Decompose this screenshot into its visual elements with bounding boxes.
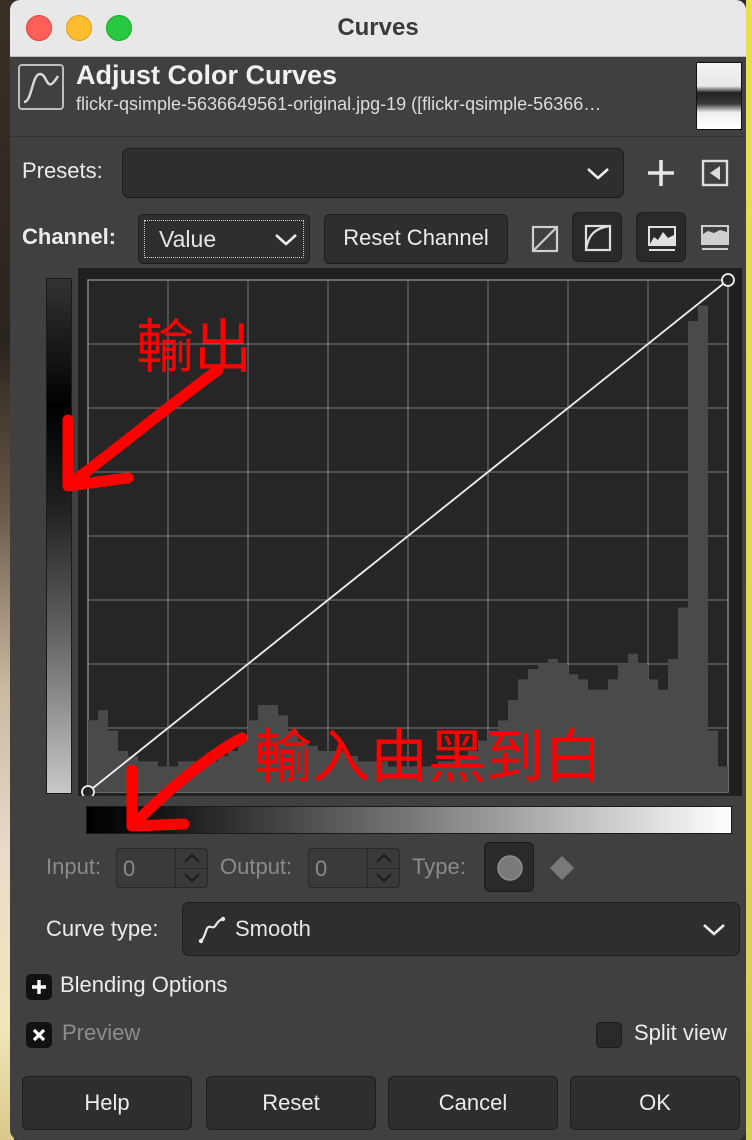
log-curve-icon — [584, 224, 612, 252]
split-view-toggle[interactable]: Split view — [596, 1020, 746, 1050]
reset-button[interactable]: Reset — [206, 1076, 376, 1130]
blending-options-label: Blending Options — [60, 972, 228, 997]
ok-button[interactable]: OK — [570, 1076, 740, 1130]
chevron-down-icon — [587, 168, 609, 180]
curves-tool-icon — [18, 64, 64, 110]
menu-triangle-icon — [701, 159, 729, 187]
curve-control-point[interactable] — [721, 273, 735, 287]
image-thumbnail — [696, 62, 742, 130]
help-button[interactable]: Help — [22, 1076, 192, 1130]
cancel-button[interactable]: Cancel — [388, 1076, 558, 1130]
input-label: Input: — [46, 854, 102, 879]
output-increment[interactable] — [367, 849, 400, 869]
preview-label: Preview — [62, 1020, 141, 1045]
background-strip-right — [746, 0, 752, 1140]
diamond-point-icon — [550, 856, 574, 880]
plus-icon — [648, 160, 674, 186]
blending-options-expander[interactable]: Blending Options — [26, 972, 326, 1002]
expand-icon — [26, 974, 52, 1000]
linear-histogram-button[interactable] — [520, 214, 570, 264]
curve-type-dropdown[interactable]: Smooth — [182, 902, 740, 956]
output-label: Output: — [220, 854, 293, 879]
image-name: flickr-qsimple-5636649561-original.jpg-1… — [76, 94, 602, 114]
logarithmic-histogram-button[interactable] — [572, 212, 622, 262]
curve-type-label: Curve type: — [46, 916, 159, 941]
output-arrow — [62, 364, 224, 492]
histogram-log-icon — [701, 225, 729, 250]
dialog-heading: Adjust Color Curves — [76, 60, 338, 90]
output-decrement[interactable] — [367, 868, 400, 887]
title-bar: Curves — [10, 0, 746, 57]
output-gradient-bar — [46, 278, 72, 794]
input-spinner[interactable]: 0 — [116, 848, 208, 888]
arrow-up-icon — [376, 853, 392, 863]
input-increment[interactable] — [175, 849, 208, 869]
arrow-down-icon — [184, 873, 200, 883]
chevron-down-icon — [703, 924, 725, 936]
histogram-log-view-button[interactable] — [690, 212, 740, 262]
curves-dialog: Curves Adjust Color Curves flickr-qsimpl… — [10, 0, 746, 1140]
corner-point-button[interactable] — [544, 848, 580, 888]
window-title: Curves — [337, 14, 419, 41]
type-label: Type: — [412, 854, 466, 879]
reset-channel-button[interactable]: Reset Channel — [324, 214, 508, 264]
presets-label: Presets: — [22, 158, 103, 183]
preview-checkbox[interactable] — [26, 1022, 52, 1048]
smooth-point-button[interactable] — [484, 842, 534, 892]
arrow-up-icon — [184, 853, 200, 863]
arrow-down-icon — [376, 873, 392, 883]
circle-point-icon — [497, 855, 523, 881]
output-spinner[interactable]: 0 — [308, 848, 400, 888]
preview-toggle[interactable]: Preview — [26, 1020, 226, 1050]
input-arrow — [126, 732, 248, 832]
input-annotation: 輸入由黑到白 — [254, 723, 603, 791]
histogram-icon — [648, 226, 676, 251]
check-x-icon — [32, 1028, 46, 1042]
smooth-curve-icon — [198, 916, 226, 944]
input-value: 0 — [123, 856, 136, 881]
channel-dropdown[interactable]: Value — [138, 214, 310, 264]
channel-label: Channel: — [22, 224, 117, 249]
input-decrement[interactable] — [175, 868, 208, 887]
presets-dropdown[interactable] — [122, 148, 624, 198]
linear-curve-icon — [531, 225, 559, 253]
histogram-view-button[interactable] — [636, 212, 686, 262]
curve-type-value: Smooth — [235, 916, 311, 941]
channel-value: Value — [159, 226, 217, 252]
add-preset-button[interactable] — [636, 148, 686, 198]
output-value: 0 — [315, 856, 328, 881]
split-view-label: Split view — [634, 1020, 727, 1045]
split-view-checkbox[interactable] — [596, 1022, 622, 1048]
chevron-down-icon — [275, 234, 297, 246]
presets-menu-button[interactable] — [690, 148, 740, 198]
header-divider — [10, 136, 746, 137]
curve-control-point[interactable] — [81, 785, 95, 799]
